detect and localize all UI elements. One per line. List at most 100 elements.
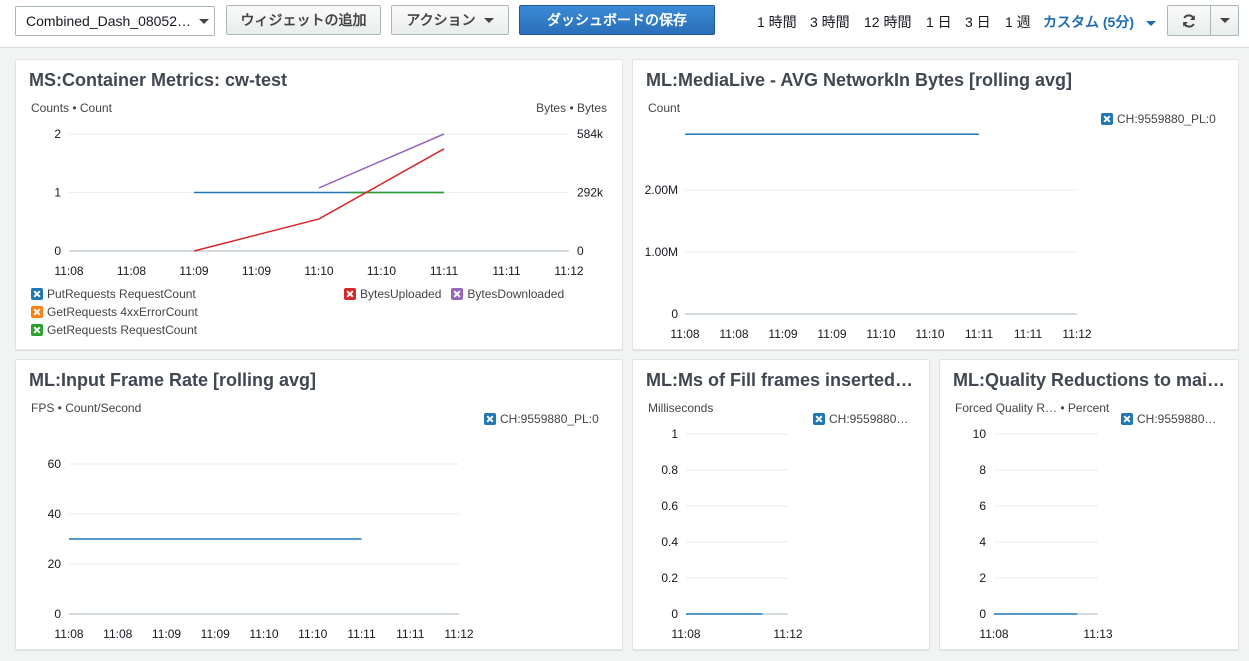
x-tick-label: 11:10 [367, 264, 396, 278]
actions-label: アクション [406, 12, 476, 28]
y-tick-label: 60 [48, 457, 62, 471]
legend-left: PutRequests RequestCount GetRequests 4xx… [31, 285, 198, 339]
legend-toggle-icon [31, 288, 43, 300]
range-1w[interactable]: 1 週 [1005, 12, 1031, 32]
range-3d[interactable]: 3 日 [965, 12, 991, 32]
x-tick-label: 11:11 [347, 627, 376, 641]
y-tick-label: 0 [671, 607, 678, 621]
legend: CH:9559880_PL:0 [1101, 110, 1216, 128]
x-tick-label: 11:12 [444, 627, 473, 641]
quality-reductions-chart: 0 2 4 6 8 10 11:08 11:13 [973, 427, 1113, 641]
y-tick-label: 40 [48, 507, 62, 521]
legend-label: CH:9559880… [1137, 412, 1217, 426]
y-tick-label: 6 [979, 499, 986, 513]
y-tick-label: 0 [54, 607, 61, 621]
widget-container-metrics[interactable]: MS:Container Metrics: cw-test Counts • C… [15, 59, 623, 350]
x-tick-label: 11:11 [1014, 327, 1043, 341]
dashboard-name: Combined_Dash_08052… [26, 13, 191, 29]
actions-button[interactable]: アクション [391, 5, 509, 35]
legend-label: CH:9559880_PL:0 [1117, 112, 1216, 126]
legend-toggle-icon [1101, 113, 1113, 125]
x-tick-label: 11:08 [103, 627, 132, 641]
right-y-tick-label: 292k [577, 186, 604, 200]
range-1h[interactable]: 1 時間 [757, 12, 797, 32]
x-tick-label: 11:09 [768, 327, 797, 341]
legend-toggle-icon [1121, 413, 1133, 425]
chevron-down-icon [483, 17, 494, 23]
legend-item-get-requests[interactable]: GetRequests RequestCount [31, 321, 198, 339]
x-tick-label: 11:09 [242, 264, 271, 278]
x-tick-label: 11:13 [1083, 627, 1112, 641]
y-tick-label: 8 [979, 463, 986, 477]
right-y-tick-label: 584k [577, 127, 604, 141]
widget-networkin-bytes[interactable]: ML:MediaLive - AVG NetworkIn Bytes [roll… [632, 59, 1239, 350]
range-custom[interactable]: カスタム (5分) [1043, 12, 1156, 32]
x-tick-label: 11:08 [54, 627, 83, 641]
add-widget-button[interactable]: ウィジェットの追加 [226, 5, 381, 35]
legend-item-put-requests[interactable]: PutRequests RequestCount [31, 285, 198, 303]
legend-item-bytes-downloaded[interactable]: BytesDownloaded [451, 285, 564, 303]
widget-input-frame-rate[interactable]: ML:Input Frame Rate [rolling avg] FPS • … [15, 359, 623, 650]
legend-item-channel[interactable]: CH:9559880… [1121, 410, 1216, 428]
frame-rate-chart: 0 20 40 60 11:08 11:08 11:09 11:09 11:10 11:10 11:… [48, 457, 474, 641]
refresh-button[interactable] [1167, 5, 1211, 36]
legend-label: CH:9559880_PL:0 [500, 412, 599, 426]
range-3h[interactable]: 3 時間 [810, 12, 850, 32]
legend-item-channel[interactable]: CH:9559880… [813, 410, 908, 428]
y-tick-label: 0 [979, 607, 986, 621]
widget-quality-reductions[interactable]: ML:Quality Reductions to mai… Forced Qua… [939, 359, 1239, 650]
range-12h[interactable]: 12 時間 [864, 12, 911, 32]
legend-label: GetRequests RequestCount [47, 323, 198, 337]
y-tick-label: 2 [54, 127, 61, 141]
legend-toggle-icon [344, 288, 356, 300]
y-tick-label: 10 [973, 427, 987, 441]
x-tick-label: 11:09 [179, 264, 208, 278]
legend-toggle-icon [451, 288, 464, 300]
refresh-options-button[interactable] [1210, 5, 1239, 36]
legend-toggle-icon [484, 413, 496, 425]
x-tick-label: 11:11 [965, 327, 994, 341]
x-tick-label: 11:09 [817, 327, 846, 341]
y-tick-label: 0.4 [661, 535, 678, 549]
legend-item-channel[interactable]: CH:9559880_PL:0 [1101, 110, 1216, 128]
x-tick-label: 11:12 [554, 264, 583, 278]
legend-label: PutRequests RequestCount [47, 287, 196, 301]
x-tick-label: 11:10 [249, 627, 278, 641]
legend-label: BytesUploaded [360, 287, 442, 301]
y-tick-label: 20 [48, 557, 62, 571]
y-tick-label: 0 [54, 244, 61, 258]
fill-frames-chart: 0 0.2 0.4 0.6 0.8 1 11:08 11:12 [661, 427, 803, 641]
x-tick-label: 11:08 [979, 627, 1008, 641]
save-dashboard-button[interactable]: ダッシュボードの保存 [519, 5, 715, 35]
chevron-down-icon [1219, 18, 1230, 23]
x-tick-label: 11:08 [719, 327, 748, 341]
legend-item-get-4xx[interactable]: GetRequests 4xxErrorCount [31, 303, 198, 321]
x-tick-label: 11:08 [670, 327, 699, 341]
y-tick-label: 1 [671, 427, 678, 441]
y-tick-label: 2.00M [645, 183, 678, 197]
legend: CH:9559880_PL:0 [484, 410, 599, 428]
series-line [318, 133, 445, 189]
x-tick-label: 11:10 [304, 264, 333, 278]
dashboard-toolbar: Combined_Dash_08052… ウィジェットの追加 アクション ダッシ… [0, 0, 1249, 48]
dashboard-selector[interactable]: Combined_Dash_08052… [15, 6, 215, 36]
range-custom-label: カスタム (5分) [1043, 14, 1134, 30]
y-tick-label: 1 [54, 186, 61, 200]
y-tick-label: 1.00M [645, 245, 678, 259]
y-tick-label: 2 [979, 571, 986, 585]
x-tick-label: 11:08 [54, 264, 83, 278]
legend-item-channel[interactable]: CH:9559880_PL:0 [484, 410, 599, 428]
legend-label: BytesDownloaded [467, 287, 565, 301]
legend-label: GetRequests 4xxErrorCount [47, 305, 198, 319]
widget-fill-frames[interactable]: ML:Ms of Fill frames inserted… Milliseco… [632, 359, 930, 650]
x-tick-label: 11:12 [773, 627, 802, 641]
legend-toggle-icon [31, 306, 43, 318]
chevron-down-icon [199, 18, 209, 24]
x-tick-label: 11:11 [430, 264, 459, 278]
chevron-down-icon [1145, 20, 1156, 26]
y-tick-label: 0.8 [661, 463, 678, 477]
legend-item-bytes-uploaded[interactable]: BytesUploaded [344, 285, 441, 303]
x-tick-label: 11:11 [492, 264, 521, 278]
legend-right: BytesUploaded BytesDownloaded [344, 285, 564, 303]
range-1d[interactable]: 1 日 [926, 12, 952, 32]
